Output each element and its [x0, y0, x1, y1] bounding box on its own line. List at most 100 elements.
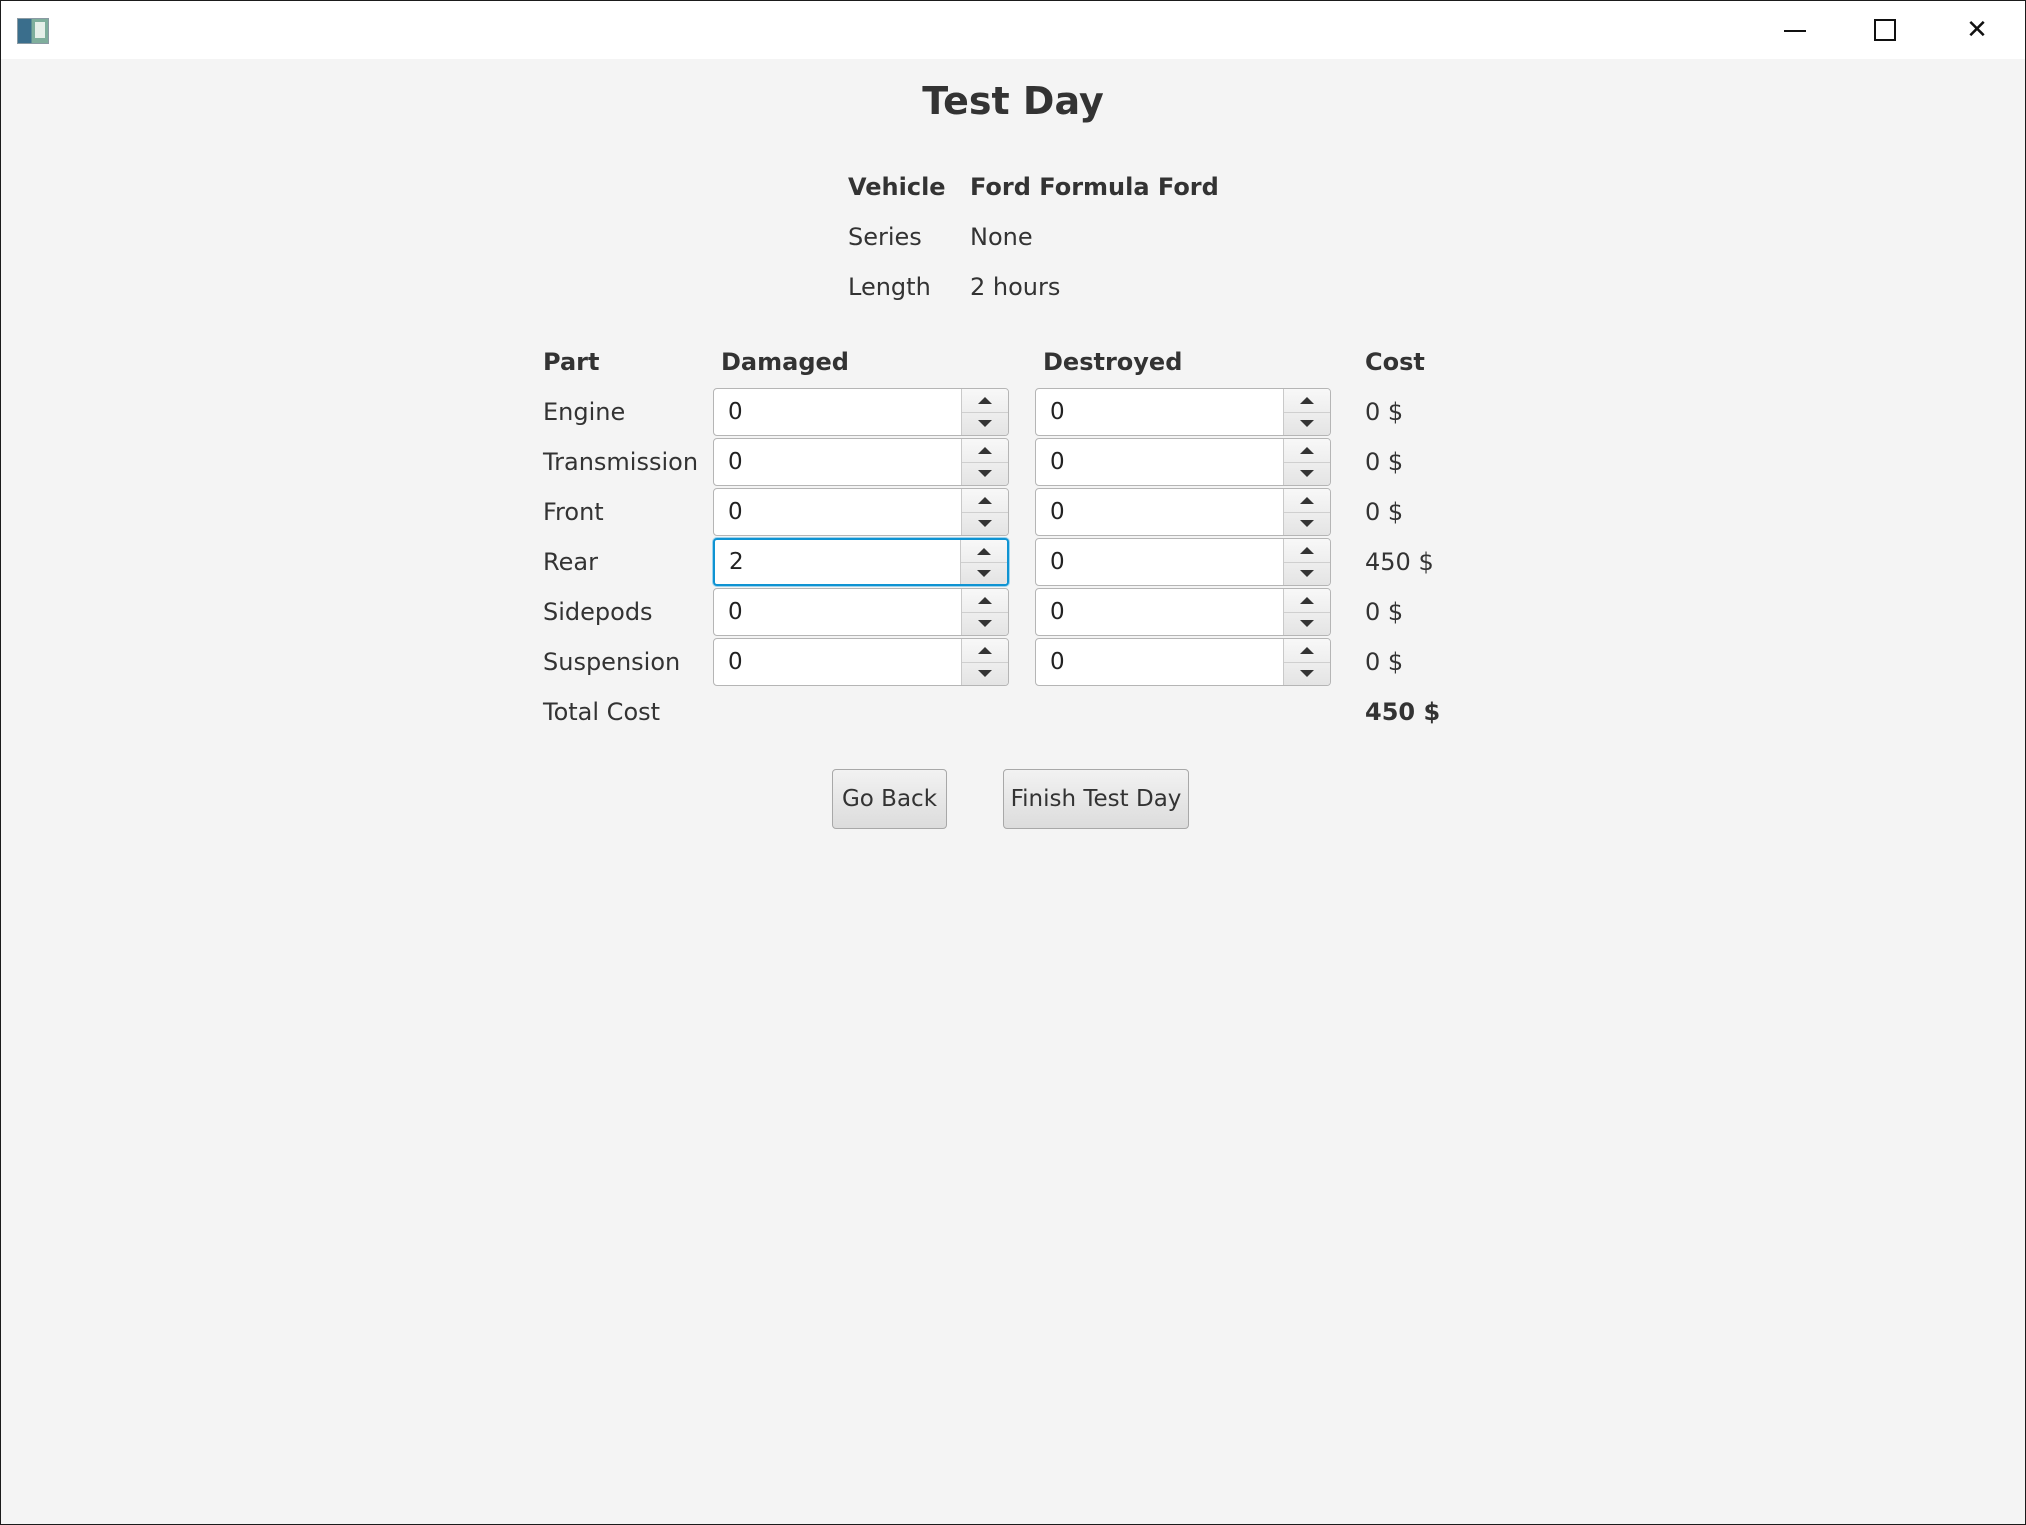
decrement-button[interactable] [962, 612, 1008, 635]
destroyed-spinner-transmission[interactable] [1035, 438, 1331, 486]
app-icon [17, 18, 49, 44]
increment-button[interactable] [1284, 489, 1330, 513]
damaged-input-transmission[interactable] [714, 439, 964, 485]
destroyed-input-engine[interactable] [1036, 389, 1286, 435]
minimize-icon [1784, 30, 1806, 32]
vehicle-value: Ford Formula Ford [970, 173, 1219, 201]
cost-transmission: 0 $ [1365, 448, 1404, 476]
decrement-button[interactable] [962, 462, 1008, 485]
damaged-input-engine[interactable] [714, 389, 964, 435]
destroyed-spinner-sidepods[interactable] [1035, 588, 1331, 636]
decrement-button[interactable] [1284, 662, 1330, 685]
arrow-up-icon [1300, 547, 1314, 554]
title-bar: ✕ [1, 1, 2025, 59]
vehicle-label: Vehicle [848, 173, 946, 201]
increment-button[interactable] [1284, 439, 1330, 463]
arrow-down-icon [1300, 570, 1314, 577]
increment-button[interactable] [962, 489, 1008, 513]
part-label-front: Front [543, 498, 604, 526]
increment-button[interactable] [962, 639, 1008, 663]
series-label: Series [848, 223, 922, 251]
header-damaged: Damaged [721, 348, 849, 376]
damaged-input-suspension[interactable] [714, 639, 964, 685]
destroyed-spinner-rear[interactable] [1035, 538, 1331, 586]
minimize-button[interactable] [1749, 1, 1841, 59]
length-label: Length [848, 273, 931, 301]
decrement-button[interactable] [1284, 462, 1330, 485]
arrow-up-icon [977, 547, 991, 555]
spinner-arrows [1283, 489, 1330, 535]
close-button[interactable]: ✕ [1931, 1, 2023, 59]
header-part: Part [543, 348, 600, 376]
damaged-spinner-front[interactable] [713, 488, 1009, 536]
app-window: ✕ Test Day Vehicle Ford Formula Ford Ser… [0, 0, 2026, 1525]
increment-button[interactable] [1284, 389, 1330, 413]
total-cost-label: Total Cost [543, 698, 661, 726]
arrow-up-icon [978, 447, 992, 454]
part-label-suspension: Suspension [543, 648, 681, 676]
finish-test-day-button[interactable]: Finish Test Day [1003, 769, 1189, 829]
decrement-button[interactable] [961, 562, 1007, 584]
header-destroyed: Destroyed [1043, 348, 1183, 376]
arrow-down-icon [978, 670, 992, 677]
total-cost-value: 450 $ [1365, 698, 1441, 726]
increment-button[interactable] [1284, 589, 1330, 613]
increment-button[interactable] [1284, 539, 1330, 563]
spinner-arrows [961, 389, 1008, 435]
destroyed-spinner-suspension[interactable] [1035, 638, 1331, 686]
decrement-button[interactable] [962, 662, 1008, 685]
destroyed-input-rear[interactable] [1036, 539, 1286, 585]
decrement-button[interactable] [962, 512, 1008, 535]
damaged-spinner-engine[interactable] [713, 388, 1009, 436]
cost-rear: 450 $ [1365, 548, 1434, 576]
arrow-down-icon [1300, 670, 1314, 677]
increment-button[interactable] [962, 589, 1008, 613]
damaged-spinner-sidepods[interactable] [713, 588, 1009, 636]
damaged-input-sidepods[interactable] [714, 589, 964, 635]
spinner-arrows [1283, 389, 1330, 435]
destroyed-spinner-engine[interactable] [1035, 388, 1331, 436]
arrow-down-icon [1300, 520, 1314, 527]
part-label-rear: Rear [543, 548, 598, 576]
destroyed-input-sidepods[interactable] [1036, 589, 1286, 635]
maximize-button[interactable] [1839, 1, 1931, 59]
spinner-arrows [961, 439, 1008, 485]
arrow-up-icon [1300, 497, 1314, 504]
increment-button[interactable] [1284, 639, 1330, 663]
decrement-button[interactable] [962, 412, 1008, 435]
arrow-down-icon [977, 569, 991, 577]
arrow-up-icon [978, 647, 992, 654]
arrow-up-icon [978, 397, 992, 404]
destroyed-spinner-front[interactable] [1035, 488, 1331, 536]
arrow-up-icon [1300, 597, 1314, 604]
damaged-spinner-transmission[interactable] [713, 438, 1009, 486]
arrow-up-icon [1300, 447, 1314, 454]
cost-sidepods: 0 $ [1365, 598, 1404, 626]
increment-button[interactable] [961, 540, 1007, 563]
damaged-input-front[interactable] [714, 489, 964, 535]
decrement-button[interactable] [1284, 612, 1330, 635]
decrement-button[interactable] [1284, 512, 1330, 535]
destroyed-input-front[interactable] [1036, 489, 1286, 535]
increment-button[interactable] [962, 439, 1008, 463]
decrement-button[interactable] [1284, 562, 1330, 585]
part-label-engine: Engine [543, 398, 626, 426]
damaged-spinner-suspension[interactable] [713, 638, 1009, 686]
arrow-down-icon [1300, 470, 1314, 477]
spinner-arrows [961, 589, 1008, 635]
damaged-input-rear[interactable] [715, 540, 965, 584]
spinner-arrows [961, 639, 1008, 685]
damaged-spinner-rear[interactable] [713, 538, 1009, 586]
spinner-arrows [1283, 539, 1330, 585]
decrement-button[interactable] [1284, 412, 1330, 435]
destroyed-input-suspension[interactable] [1036, 639, 1286, 685]
increment-button[interactable] [962, 389, 1008, 413]
arrow-up-icon [978, 597, 992, 604]
spinner-arrows [1283, 439, 1330, 485]
destroyed-input-transmission[interactable] [1036, 439, 1286, 485]
page-title: Test Day [922, 79, 1104, 123]
header-cost: Cost [1365, 348, 1425, 376]
arrow-down-icon [978, 420, 992, 427]
arrow-up-icon [1300, 647, 1314, 654]
go-back-button[interactable]: Go Back [832, 769, 947, 829]
